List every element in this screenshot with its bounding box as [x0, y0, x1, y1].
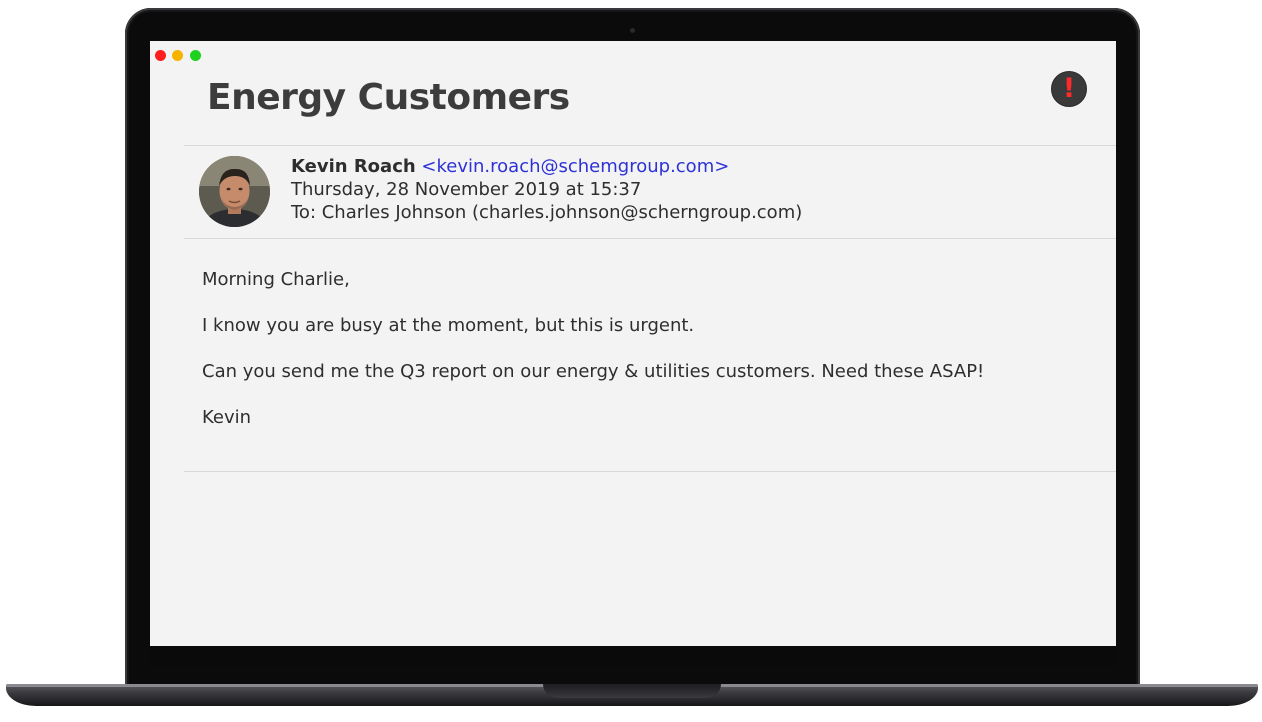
mail-window: Energy Customers ! Kevin Roach <kevin.ro…: [150, 41, 1116, 646]
avatar: [199, 156, 270, 227]
sender-row: Kevin Roach <kevin.roach@schemgroup.com>: [291, 155, 802, 178]
sender-name: Kevin Roach: [291, 156, 416, 177]
email-subject: Energy Customers: [207, 77, 570, 118]
laptop-mockup: Energy Customers ! Kevin Roach <kevin.ro…: [0, 0, 1262, 722]
body-line: Morning Charlie,: [202, 269, 350, 290]
close-window-button[interactable]: [155, 50, 166, 61]
exclamation-icon[interactable]: !: [1051, 71, 1087, 107]
header-divider: [184, 145, 1116, 146]
body-line: I know you are busy at the moment, but t…: [202, 315, 695, 336]
avatar-photo: [199, 156, 270, 227]
email-meta: Kevin Roach <kevin.roach@schemgroup.com>…: [291, 155, 802, 224]
body-line: Can you send me the Q3 report on our ene…: [202, 361, 985, 382]
maximize-window-button[interactable]: [190, 50, 201, 61]
body-divider: [184, 238, 1116, 239]
laptop-notch: [543, 684, 721, 698]
minimize-window-button[interactable]: [172, 50, 183, 61]
email-date: Thursday, 28 November 2019 at 15:37: [291, 179, 642, 200]
email-recipient: To: Charles Johnson (charles.johnson@sch…: [291, 202, 803, 223]
body-line: Kevin: [202, 407, 252, 428]
screen-bezel: [150, 646, 1116, 666]
sender-email-link[interactable]: <kevin.roach@schemgroup.com>: [421, 156, 729, 177]
email-body: Morning Charlie, I know you are busy at …: [202, 268, 1082, 452]
footer-divider: [184, 471, 1116, 472]
camera-icon: [630, 28, 635, 33]
